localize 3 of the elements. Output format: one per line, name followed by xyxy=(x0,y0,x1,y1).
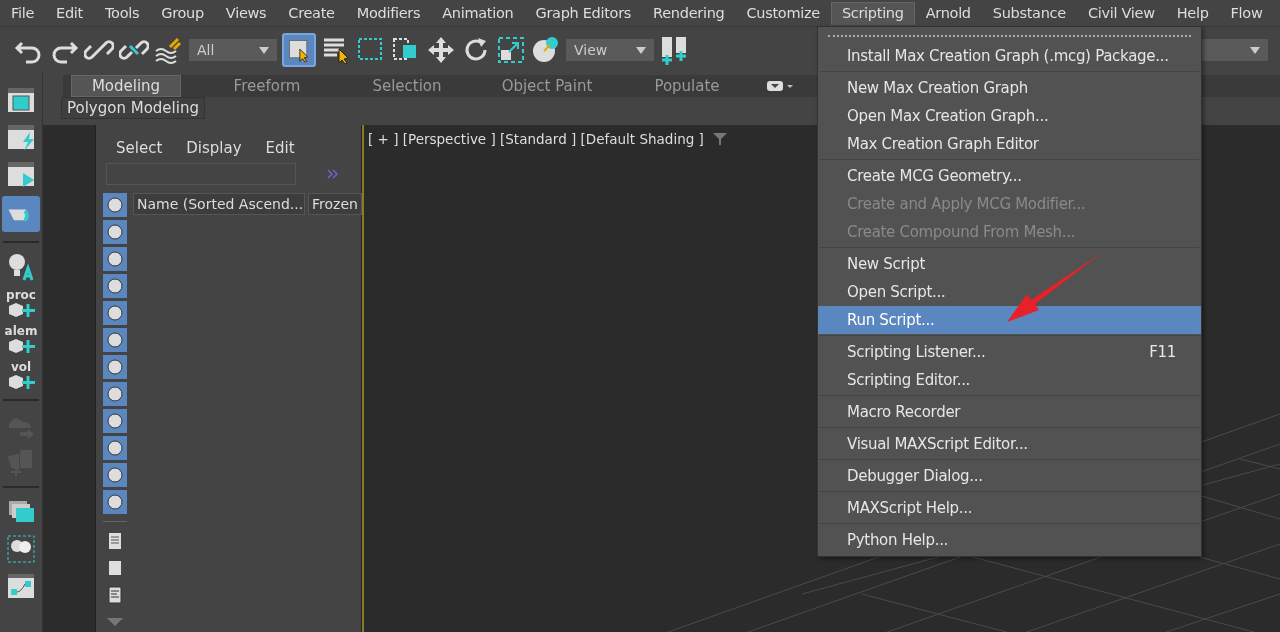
tool-label: proc xyxy=(6,289,36,302)
tool-label: vol xyxy=(10,361,32,374)
tool-label: alem xyxy=(4,325,38,338)
